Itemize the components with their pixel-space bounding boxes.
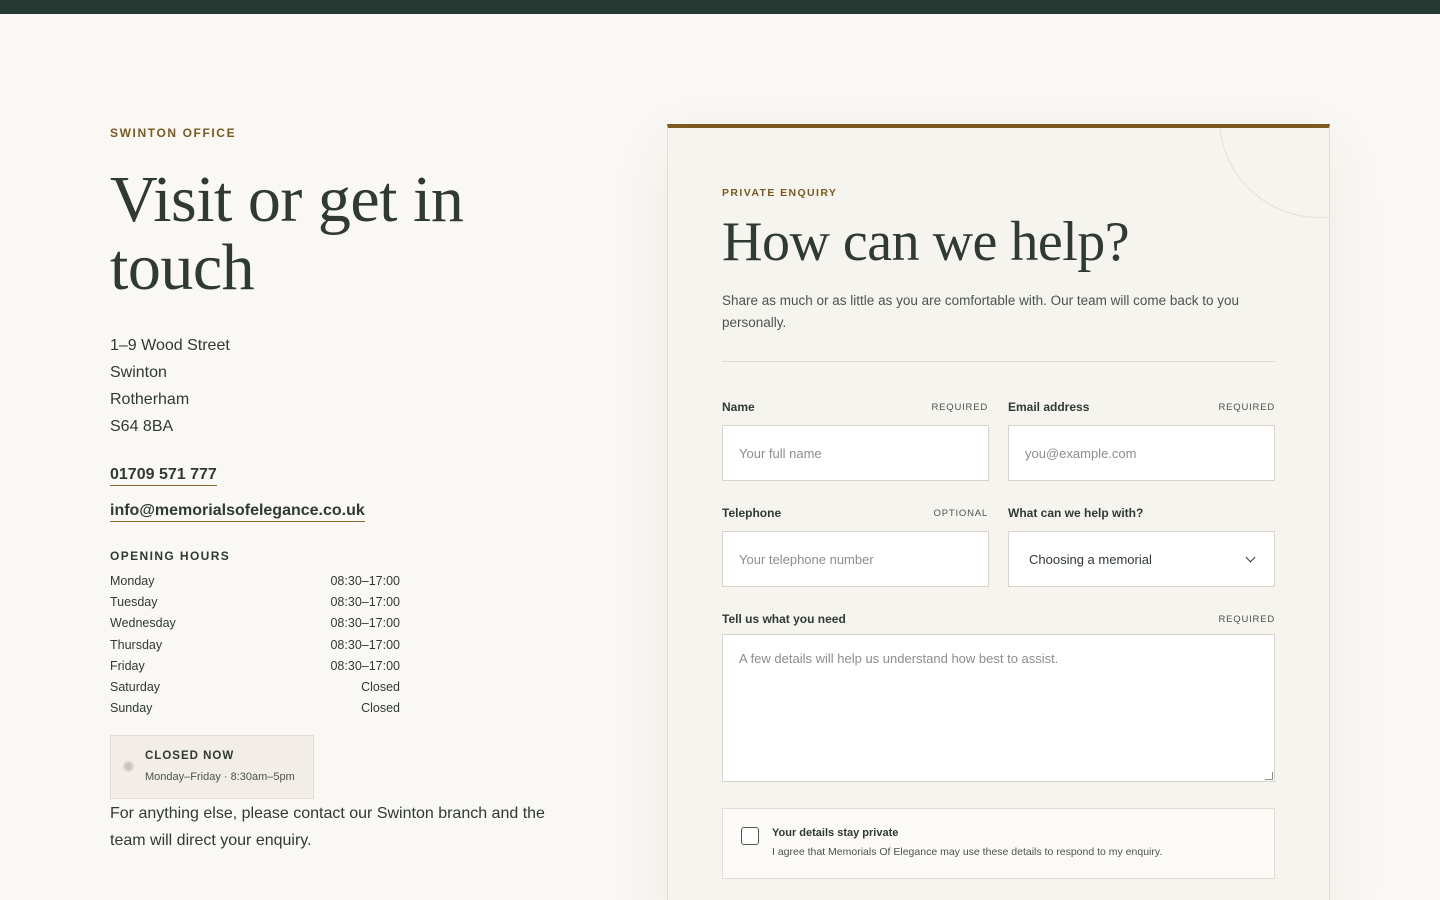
telephone-optional-tag: OPTIONAL	[933, 508, 988, 519]
consent-box: Your details stay private I agree that M…	[722, 808, 1275, 879]
hours-time: 08:30–17:00	[330, 616, 400, 631]
hours-row: Friday 08:30–17:00	[110, 656, 400, 677]
divider	[722, 361, 1275, 362]
consent-text: I agree that Memorials Of Elegance may u…	[772, 846, 1163, 858]
hours-row: Sunday Closed	[110, 698, 400, 719]
name-input[interactable]	[722, 425, 989, 481]
phone-link[interactable]: 01709 571 777	[110, 466, 217, 486]
address-line: 1–9 Wood Street	[110, 337, 230, 354]
hours-time: Closed	[361, 679, 400, 694]
email-required-tag: REQUIRED	[1218, 402, 1275, 413]
address-line: Swinton	[110, 364, 167, 381]
status-label: CLOSED NOW	[145, 750, 235, 762]
message-textarea[interactable]	[722, 634, 1275, 782]
hours-time: 08:30–17:00	[330, 595, 400, 610]
footnote: For anything else, please contact our Sw…	[110, 805, 545, 849]
email-label: Email address	[1008, 400, 1090, 414]
office-eyebrow: SWINTON OFFICE	[110, 126, 237, 140]
topic-label: What can we help with?	[1008, 506, 1144, 520]
hours-row: Thursday 08:30–17:00	[110, 635, 400, 656]
topic-selected-value: Choosing a memorial	[1029, 551, 1152, 567]
hours-day: Friday	[110, 658, 145, 673]
telephone-label: Telephone	[722, 506, 782, 520]
email-input[interactable]	[1008, 425, 1275, 481]
hours-row: Tuesday 08:30–17:00	[110, 592, 400, 613]
email-link[interactable]: info@memorialsofelegance.co.uk	[110, 502, 365, 522]
address-line: S64 8BA	[110, 418, 174, 435]
hours-day: Saturday	[110, 679, 161, 694]
consent-checkbox[interactable]	[741, 827, 759, 845]
hours-time: Closed	[361, 701, 400, 716]
form-eyebrow: PRIVATE ENQUIRY	[722, 187, 838, 199]
top-bar	[0, 0, 1440, 14]
hours-row: Saturday Closed	[110, 677, 400, 698]
hours-day: Wednesday	[110, 616, 176, 631]
open-status-badge: CLOSED NOW Monday–Friday · 8:30am–5pm	[110, 735, 314, 799]
resize-grip-icon[interactable]	[1265, 772, 1273, 780]
name-required-tag: REQUIRED	[931, 402, 988, 413]
opening-hours-table: Monday 08:30–17:00 Tuesday 08:30–17:00 Wed…	[110, 571, 400, 719]
status-detail: Monday–Friday · 8:30am–5pm	[145, 771, 295, 783]
message-label: Tell us what you need	[722, 612, 846, 626]
hours-row: Monday 08:30–17:00	[110, 571, 400, 592]
message-required-tag: REQUIRED	[1218, 614, 1275, 625]
page-title: Visit or get in touch	[110, 163, 464, 304]
hours-day: Tuesday	[110, 595, 158, 610]
topic-select[interactable]: Choosing a memorial	[1008, 531, 1275, 587]
chevron-down-icon	[1245, 552, 1256, 562]
address-line: Rotherham	[110, 391, 190, 408]
hours-day: Monday	[110, 574, 155, 588]
enquiry-form-card: PRIVATE ENQUIRY How can we help? Share a…	[667, 124, 1330, 900]
hours-time: 08:30–17:00	[330, 658, 400, 673]
hours-day: Sunday	[110, 701, 153, 716]
status-dot-icon	[123, 761, 134, 772]
name-label: Name	[722, 400, 755, 414]
hours-day: Thursday	[110, 637, 163, 652]
opening-hours-title: OPENING HOURS	[110, 549, 231, 563]
address-block: 1–9 Wood Street Swinton Rotherham S64 8B…	[110, 332, 230, 440]
decorative-circle	[1219, 128, 1329, 218]
hours-time: 08:30–17:00	[330, 637, 400, 652]
telephone-input[interactable]	[722, 531, 989, 587]
form-title: How can we help?	[722, 211, 1130, 273]
hours-row: Wednesday 08:30–17:00	[110, 613, 400, 634]
hours-time: 08:30–17:00	[330, 574, 400, 588]
form-intro: Share as much or as little as you are co…	[722, 293, 1239, 330]
consent-title: Your details stay private	[772, 827, 899, 839]
